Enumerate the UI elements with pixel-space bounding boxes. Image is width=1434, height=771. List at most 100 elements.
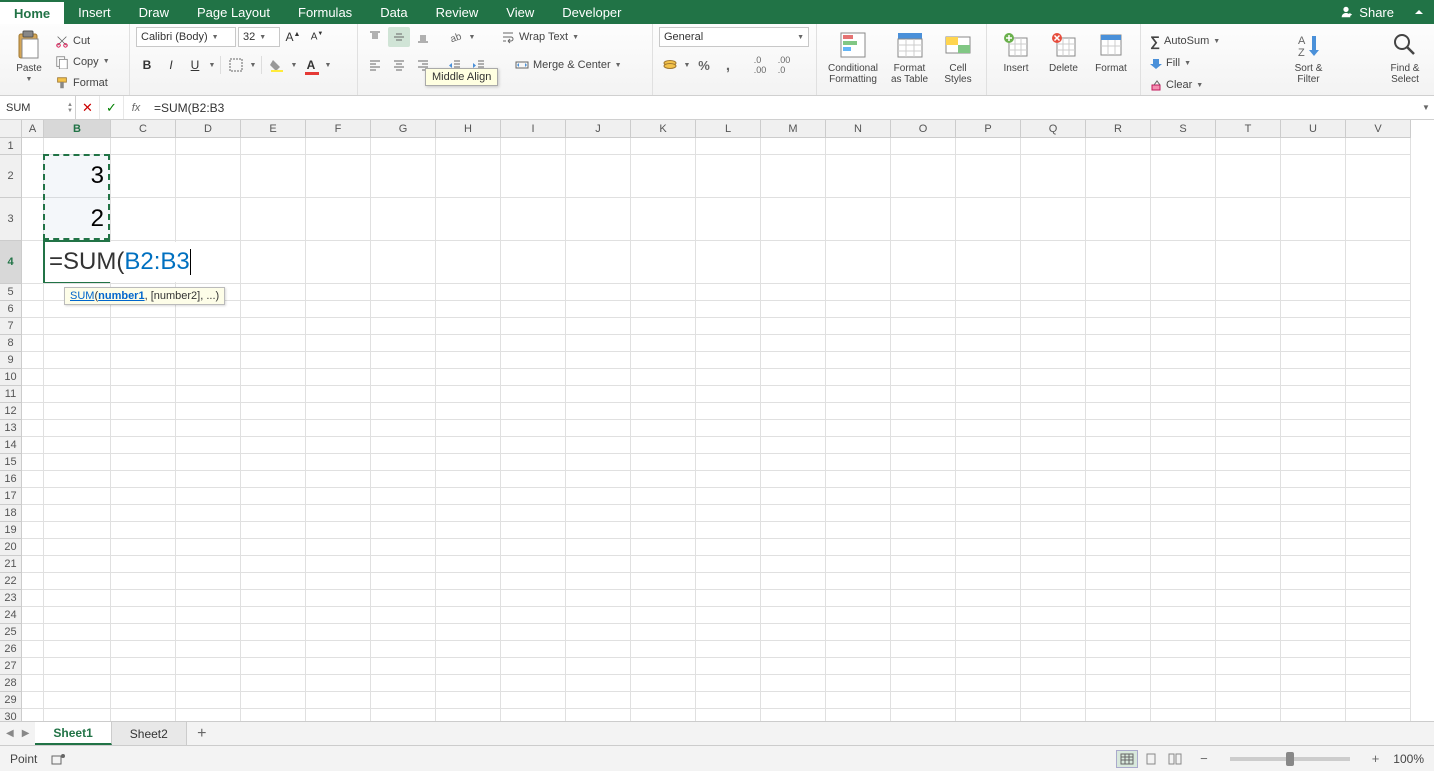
ribbon-tab-insert[interactable]: Insert [64,0,125,24]
underline-dropdown[interactable]: ▼ [208,62,216,69]
format-as-table-button[interactable]: Format as Table [884,27,936,91]
align-middle-button[interactable] [388,27,410,47]
add-sheet-button[interactable]: + [187,722,217,745]
column-header[interactable]: R [1086,120,1151,138]
column-header[interactable]: O [891,120,956,138]
decrease-decimal-button[interactable]: .00.0 [773,55,795,75]
fill-color-dropdown[interactable]: ▼ [290,62,298,69]
font-color-button[interactable]: A [300,55,322,75]
ribbon-tab-developer[interactable]: Developer [548,0,635,24]
sheet-tab[interactable]: Sheet2 [112,722,187,745]
editing-cell[interactable]: =SUM(B2:B3 [45,242,195,282]
ribbon-tab-view[interactable]: View [492,0,548,24]
sort-filter-button[interactable]: AZ Sort & Filter [1286,27,1332,91]
find-select-button[interactable]: Find & Select [1382,27,1428,91]
merge-center-button[interactable]: Merge & Center ▼ [512,55,625,75]
row-header[interactable]: 20 [0,539,22,556]
conditional-formatting-button[interactable]: Conditional Formatting [823,27,883,91]
row-header[interactable]: 5 [0,284,22,301]
view-page-break-button[interactable] [1164,750,1186,768]
wrap-text-button[interactable]: Wrap Text ▼ [498,27,582,47]
view-normal-button[interactable] [1116,750,1138,768]
currency-dropdown[interactable]: ▼ [683,62,691,69]
row-header[interactable]: 4 [0,241,22,284]
sheet-nav-next[interactable]: ▶ [22,728,30,739]
row-header[interactable]: 19 [0,522,22,539]
row-header[interactable]: 21 [0,556,22,573]
column-header[interactable]: B [44,120,111,138]
column-header[interactable]: T [1216,120,1281,138]
bold-button[interactable]: B [136,55,158,75]
clear-button[interactable]: Clear▼ [1147,75,1235,95]
row-header[interactable]: 25 [0,624,22,641]
row-header[interactable]: 26 [0,641,22,658]
row-header[interactable]: 30 [0,709,22,721]
align-bottom-button[interactable] [412,27,434,47]
autosum-button[interactable]: ∑AutoSum▼ [1147,31,1235,51]
fill-color-button[interactable] [266,55,288,75]
underline-button[interactable]: U [184,55,206,75]
zoom-level[interactable]: 100% [1393,752,1424,766]
row-header[interactable]: 24 [0,607,22,624]
zoom-in-button[interactable]: + [1372,751,1380,766]
number-format-combo[interactable]: General▼ [659,27,809,47]
paste-button[interactable]: Paste ▼ [6,27,52,91]
row-header[interactable]: 7 [0,318,22,335]
column-header[interactable]: P [956,120,1021,138]
row-header[interactable]: 22 [0,573,22,590]
cell-styles-button[interactable]: Cell Styles [936,27,980,91]
insert-cells-button[interactable]: Insert [993,27,1039,91]
row-header[interactable]: 2 [0,155,22,198]
ribbon-tab-home[interactable]: Home [0,0,64,24]
row-header[interactable]: 8 [0,335,22,352]
column-header[interactable]: G [371,120,436,138]
orientation-button[interactable]: ab [444,27,466,47]
format-painter-button[interactable]: Format [52,74,113,93]
zoom-slider-thumb[interactable] [1286,752,1294,766]
column-header[interactable]: V [1346,120,1411,138]
align-left-button[interactable] [364,55,386,75]
row-header[interactable]: 23 [0,590,22,607]
formula-input[interactable]: =SUM(B2:B3 [148,96,1418,119]
percent-button[interactable]: % [693,55,715,75]
column-header[interactable]: M [761,120,826,138]
sheet-nav-prev[interactable]: ◀ [6,728,14,739]
formula-cancel-button[interactable]: ✕ [76,96,100,119]
column-header[interactable]: S [1151,120,1216,138]
delete-cells-button[interactable]: Delete [1041,27,1087,91]
row-header[interactable]: 11 [0,386,22,403]
row-header[interactable]: 29 [0,692,22,709]
column-header[interactable]: Q [1021,120,1086,138]
row-header[interactable]: 17 [0,488,22,505]
increase-font-button[interactable]: A▲ [282,27,304,47]
name-box-stepper[interactable]: ▲▼ [67,102,73,114]
share-button[interactable]: Share [1329,0,1404,24]
row-header[interactable]: 6 [0,301,22,318]
borders-dropdown[interactable]: ▼ [249,62,257,69]
font-size-combo[interactable]: 32▼ [238,27,280,47]
comma-button[interactable]: , [717,55,739,75]
row-header[interactable]: 12 [0,403,22,420]
row-header[interactable]: 9 [0,352,22,369]
ribbon-tab-formulas[interactable]: Formulas [284,0,366,24]
font-name-combo[interactable]: Calibri (Body)▼ [136,27,236,47]
italic-button[interactable]: I [160,55,182,75]
row-header[interactable]: 3 [0,198,22,241]
row-header[interactable]: 13 [0,420,22,437]
row-header[interactable]: 10 [0,369,22,386]
format-cells-button[interactable]: Format [1088,27,1134,91]
copy-button[interactable]: Copy ▼ [52,52,113,71]
column-header[interactable]: E [241,120,306,138]
spreadsheet-grid[interactable]: ABCDEFGHIJKLMNOPQRSTUV 12345678910111213… [0,120,1434,721]
zoom-out-button[interactable]: − [1200,751,1208,766]
cut-button[interactable]: Cut [52,31,113,50]
row-header[interactable]: 1 [0,138,22,155]
collapse-ribbon-button[interactable] [1404,0,1434,24]
row-header[interactable]: 14 [0,437,22,454]
zoom-slider[interactable] [1230,757,1350,761]
column-header[interactable]: L [696,120,761,138]
column-header[interactable]: N [826,120,891,138]
column-header[interactable]: J [566,120,631,138]
column-header[interactable]: U [1281,120,1346,138]
orientation-dropdown[interactable]: ▼ [468,34,476,41]
